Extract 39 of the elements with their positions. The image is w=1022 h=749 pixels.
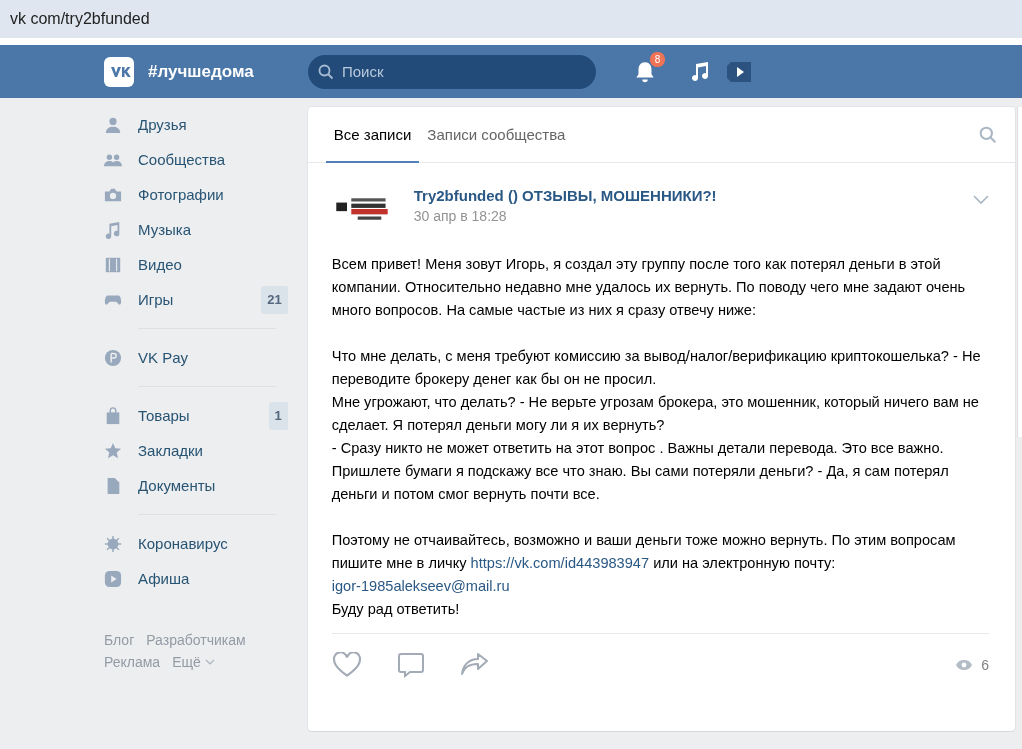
music-note-icon [104, 220, 122, 239]
post-paragraph: Поэтому не отчаивайтесь, возможно и ваши деньги тоже можно вернуть. По этим вопросам пишите мне в личку https://vk.com/id443983947 или на электронную почту: igor-1985alekseev@mail.ru Буду рад ответить! [331, 531, 957, 619]
sidebar-item[interactable]: Игры 21 [104, 282, 288, 317]
sidebar-item[interactable]: Коронавирус [104, 526, 288, 561]
tab[interactable]: Все записи [325, 107, 420, 163]
sidebar-item[interactable]: Закладки [104, 433, 288, 468]
coin-icon [104, 348, 122, 367]
notification-badge: 8 [649, 50, 666, 68]
search-field[interactable]: Поиск [308, 54, 596, 89]
virus-icon [104, 534, 122, 553]
post-paragraph: Всем привет! Меня зовут Игорь, я создал эту группу после того как потерял деньги в этой компании. Относительно недавно мне удалось их вернуть. По поводу чего мне задают очень много вопросов. На самые частые из них я сразу отвечу ниже: [331, 255, 967, 320]
count-badge: 21 [261, 285, 288, 314]
eye-icon [955, 659, 974, 671]
sidebar-item[interactable]: VK Pay [104, 340, 288, 375]
sidebar-item[interactable]: Друзья [104, 107, 288, 142]
sidebar-item[interactable]: Афиша [104, 561, 288, 596]
film-icon [104, 255, 122, 274]
link[interactable]: igor-1985alekseev@mail.ru [331, 578, 510, 594]
sidebar-item[interactable]: Музыка [104, 212, 288, 247]
search-icon [318, 63, 334, 80]
link[interactable]: https://vk.com/id443983947 [470, 555, 650, 571]
sidebar-item[interactable]: Видео [104, 247, 288, 282]
sidebar-item[interactable]: Сообщества [104, 142, 288, 177]
count-badge: 1 [268, 401, 288, 430]
sidebar-item[interactable]: Фотографии [104, 177, 288, 212]
sidebar-item[interactable]: Товары 1 [104, 398, 288, 433]
slogan-link[interactable]: #лучшедома [148, 61, 308, 82]
tab[interactable]: Записи сообщества [419, 107, 574, 163]
star-icon [104, 441, 122, 460]
caret-icon [204, 659, 215, 665]
post-paragraph: Что мне делать, с меня требуют комиссию за вывод/налог/верификацию криптокошелька? - Не переводите брокеру денег как бы он не просил. Мне угрожают, что делать? - Не верьте угрозам брокера, это мошенник, который ничего вам не сделает. Я потерял деньги могу ли я их вернуть? - Сразу никто не может ответить на этот вопрос . Важны детали перевода. Это все важно. Пришлете бумаги я подскажу все что знаю. Вы сами потеряли деньги? - Да, я сам потерял деньги и потом смог вернуть почти все. [331, 347, 982, 504]
author-link[interactable]: Try2bfunded () ОТЗЫВЫ, МОШЕННИКИ?! [413, 187, 974, 204]
sidebar-item[interactable]: Документы [104, 468, 288, 503]
shopping-bag-icon [104, 406, 122, 425]
logo-icon[interactable] [104, 56, 134, 87]
person-icon [104, 115, 122, 134]
play-icon [104, 569, 122, 588]
view-count: 6 [981, 657, 990, 673]
address-bar[interactable]: vk com/try2bfunded [0, 0, 1022, 45]
